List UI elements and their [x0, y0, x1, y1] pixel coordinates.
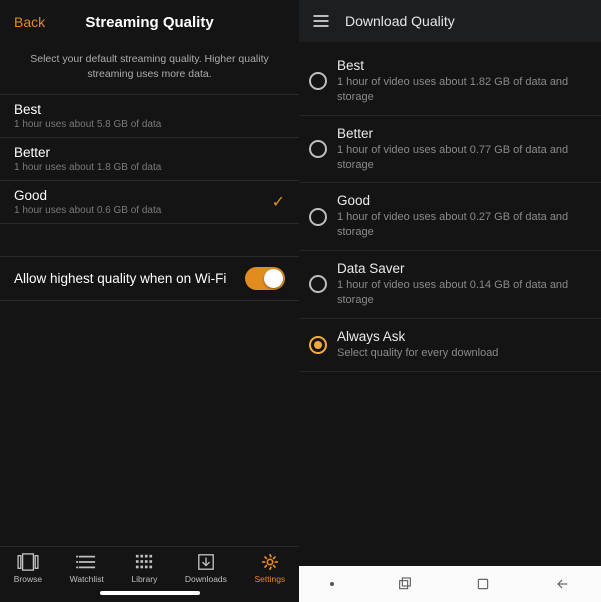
home-indicator — [0, 588, 299, 602]
wifi-quality-toggle[interactable] — [245, 267, 285, 290]
checkmark-icon: ✓ — [272, 192, 285, 212]
tab-label: Library — [131, 574, 157, 584]
nav-assistant-icon[interactable] — [330, 582, 334, 586]
tab-label: Settings — [254, 574, 285, 584]
page-subtitle: Select your default streaming quality. H… — [0, 44, 299, 95]
android-nav-bar — [299, 566, 601, 602]
tab-label: Watchlist — [70, 574, 104, 584]
tab-browse[interactable]: Browse — [14, 553, 42, 584]
tab-watchlist[interactable]: Watchlist — [70, 553, 104, 584]
ios-header: Back Streaming Quality — [0, 0, 299, 44]
gear-icon — [259, 553, 281, 571]
hamburger-icon — [311, 11, 331, 31]
android-screen: Download Quality Best 1 hour of video us… — [299, 0, 601, 602]
menu-button[interactable] — [311, 11, 331, 31]
option-label: Best — [14, 102, 161, 117]
radio-icon — [309, 140, 327, 158]
downloads-icon — [195, 553, 217, 571]
option-sublabel: 1 hour of video uses about 0.14 GB of da… — [337, 278, 589, 308]
option-sublabel: 1 hour of video uses about 1.82 GB of da… — [337, 75, 589, 105]
radio-icon — [309, 336, 327, 354]
nav-home-button[interactable] — [475, 576, 491, 592]
tab-settings[interactable]: Settings — [254, 553, 285, 584]
watchlist-icon — [76, 553, 98, 571]
nav-recents-button[interactable] — [397, 576, 413, 592]
option-sublabel: 1 hour uses about 1.8 GB of data — [14, 162, 161, 173]
wifi-quality-label: Allow highest quality when on Wi-Fi — [14, 271, 226, 286]
radio-icon — [309, 275, 327, 293]
quality-option-best[interactable]: Best 1 hour of video uses about 1.82 GB … — [299, 48, 601, 116]
back-arrow-icon — [554, 576, 570, 592]
tab-bar: Browse Watchlist Library Downloads Setti… — [0, 546, 299, 588]
radio-icon — [309, 72, 327, 90]
quality-option-data-saver[interactable]: Data Saver 1 hour of video uses about 0.… — [299, 251, 601, 319]
wifi-quality-row: Allow highest quality when on Wi-Fi — [0, 256, 299, 301]
tab-label: Browse — [14, 574, 42, 584]
quality-list: Best 1 hour of video uses about 1.82 GB … — [299, 42, 601, 372]
ios-screen: Back Streaming Quality Select your defau… — [0, 0, 299, 602]
quality-option-good[interactable]: Good 1 hour of video uses about 0.27 GB … — [299, 183, 601, 251]
option-label: Data Saver — [337, 261, 589, 276]
option-sublabel: 1 hour of video uses about 0.27 GB of da… — [337, 210, 589, 240]
option-label: Better — [337, 126, 589, 141]
option-sublabel: 1 hour uses about 5.8 GB of data — [14, 119, 161, 130]
quality-option-better[interactable]: Better 1 hour uses about 1.8 GB of data — [0, 137, 299, 181]
nav-back-button[interactable] — [554, 576, 570, 592]
home-icon — [475, 576, 491, 592]
library-icon — [133, 553, 155, 571]
option-label: Best — [337, 58, 589, 73]
tab-downloads[interactable]: Downloads — [185, 553, 227, 584]
quality-option-good[interactable]: Good 1 hour uses about 0.6 GB of data ✓ — [0, 180, 299, 224]
option-label: Better — [14, 145, 161, 160]
quality-list: Best 1 hour uses about 5.8 GB of data Be… — [0, 95, 299, 224]
browse-icon — [17, 553, 39, 571]
option-sublabel: 1 hour uses about 0.6 GB of data — [14, 205, 161, 216]
option-label: Good — [337, 193, 589, 208]
option-label: Always Ask — [337, 329, 498, 344]
option-sublabel: Select quality for every download — [337, 346, 498, 361]
radio-icon — [309, 208, 327, 226]
quality-option-better[interactable]: Better 1 hour of video uses about 0.77 G… — [299, 116, 601, 184]
tab-library[interactable]: Library — [131, 553, 157, 584]
tab-label: Downloads — [185, 574, 227, 584]
option-sublabel: 1 hour of video uses about 0.77 GB of da… — [337, 143, 589, 173]
option-label: Good — [14, 188, 161, 203]
page-title: Download Quality — [345, 13, 455, 29]
back-button[interactable]: Back — [14, 14, 45, 30]
recents-icon — [397, 576, 413, 592]
quality-option-best[interactable]: Best 1 hour uses about 5.8 GB of data — [0, 94, 299, 138]
quality-option-always-ask[interactable]: Always Ask Select quality for every down… — [299, 319, 601, 372]
android-header: Download Quality — [299, 0, 601, 42]
